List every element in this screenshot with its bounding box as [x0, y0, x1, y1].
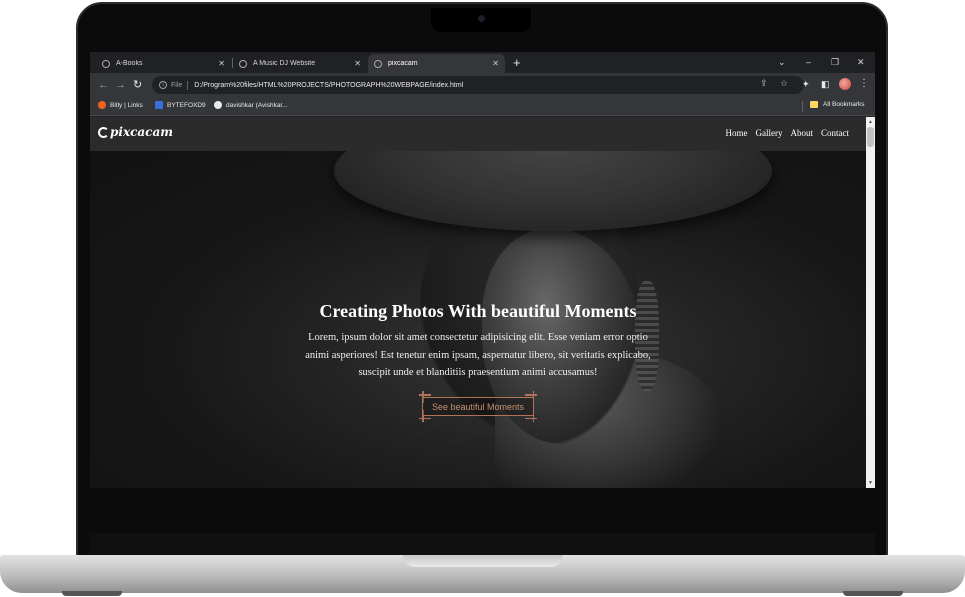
address-bar[interactable]: i File D:/Program%20files/HTML%20PROJECT… — [152, 76, 804, 94]
page-scrollbar[interactable]: ▲ ▼ — [866, 117, 875, 488]
cta-corner — [525, 417, 537, 419]
close-window-icon[interactable]: ✕ — [857, 55, 865, 69]
bookmark-bitly[interactable]: Bitly | Links — [98, 101, 143, 109]
bytefox-icon — [155, 101, 163, 109]
scroll-down-icon[interactable]: ▼ — [868, 480, 873, 486]
bitly-icon — [98, 101, 106, 109]
globe-icon — [239, 59, 247, 68]
plus-icon[interactable]: + — [513, 55, 521, 71]
star-icon[interactable]: ☆ — [780, 77, 788, 89]
laptop-opening-notch — [403, 555, 563, 567]
bookmark-label: BYTEFOXD9 — [167, 101, 206, 109]
cta-corner — [419, 417, 431, 419]
info-icon[interactable]: i — [159, 81, 167, 89]
bookmark-bytefoxd9[interactable]: BYTEFOXD9 — [155, 101, 206, 109]
bookmark-github[interactable]: davishkar (Avishkar... — [214, 101, 288, 109]
hero-title: Creating Photos With beautiful Moments — [319, 301, 637, 321]
hero-text: Lorem, ipsum dolor sit amet consectetur … — [305, 332, 651, 378]
laptop-foot — [62, 591, 122, 596]
tab-pixcacam[interactable]: pixcacam ✕ — [368, 54, 505, 73]
nav-link-contact[interactable]: Contact — [821, 128, 849, 138]
bookmark-label: Bitly | Links — [110, 101, 143, 109]
more-menu-icon[interactable]: ⋮ — [859, 78, 869, 90]
tab-strip: A-Books ✕ A Music DJ Website ✕ pixcacam … — [90, 52, 875, 73]
screen-bezel — [90, 533, 875, 555]
bookmarks-bar: Bitly | Links BYTEFOXD9 davishkar (Avish… — [90, 97, 875, 116]
cta-frame: See beautiful Moments — [419, 391, 537, 422]
nav-link-about[interactable]: About — [791, 128, 814, 138]
webcam-icon — [478, 15, 485, 22]
cta-corner — [525, 394, 537, 396]
tab-label: A-Books — [116, 60, 143, 67]
globe-icon — [102, 59, 110, 68]
bookmarks-divider — [802, 101, 803, 112]
site-nav: Home Gallery About Contact — [726, 128, 850, 138]
close-icon[interactable]: ✕ — [354, 59, 361, 68]
site-navbar: pixcacam Home Gallery About Contact — [90, 117, 866, 151]
page-viewport: pixcacam Home Gallery About Contact Crea… — [90, 117, 866, 488]
url-scheme: File — [171, 81, 183, 89]
reload-icon[interactable]: ↻ — [133, 78, 142, 92]
close-icon[interactable]: ✕ — [492, 59, 499, 68]
extensions-icon[interactable]: ✦ — [802, 78, 810, 90]
url-text[interactable]: D:/Program%20files/HTML%20PROJECTS/PHOTO… — [194, 82, 463, 89]
logo-mark-icon — [98, 126, 109, 138]
all-bookmarks-label: All Bookmarks — [823, 101, 865, 108]
github-icon — [214, 101, 222, 109]
tab-a-books[interactable]: A-Books ✕ — [96, 54, 231, 73]
address-divider — [187, 80, 189, 90]
share-icon[interactable]: ⇪ — [760, 77, 768, 89]
scroll-up-icon[interactable]: ▲ — [868, 119, 873, 125]
chevron-down-icon[interactable]: ⌄ — [778, 55, 786, 69]
tab-music-dj[interactable]: A Music DJ Website ✕ — [233, 54, 367, 73]
profile-avatar[interactable] — [839, 78, 851, 90]
nav-link-home[interactable]: Home — [726, 128, 748, 138]
side-panel-icon[interactable]: ◧ — [821, 78, 830, 90]
bookmark-label: davishkar (Avishkar... — [226, 101, 288, 109]
globe-icon — [374, 59, 382, 68]
hero-section: Creating Photos With beautiful Moments L… — [90, 151, 866, 488]
logo-text: pixcacam — [110, 125, 173, 139]
nav-link-gallery[interactable]: Gallery — [756, 128, 783, 138]
close-icon[interactable]: ✕ — [218, 59, 225, 68]
minimize-icon[interactable]: – — [806, 55, 811, 69]
restore-icon[interactable]: ❐ — [831, 55, 839, 69]
tab-label: A Music DJ Website — [253, 60, 316, 67]
laptop-mockup: A-Books ✕ A Music DJ Website ✕ pixcacam … — [0, 0, 965, 597]
cta-corner — [419, 394, 431, 396]
site-logo[interactable]: pixcacam — [98, 125, 173, 139]
tab-label: pixcacam — [388, 60, 418, 67]
browser-window: A-Books ✕ A Music DJ Website ✕ pixcacam … — [90, 52, 875, 488]
forward-arrow-icon[interactable]: → — [115, 78, 126, 92]
all-bookmarks[interactable]: All Bookmarks — [810, 101, 865, 108]
laptop-foot — [843, 591, 903, 596]
scroll-thumb[interactable] — [867, 127, 874, 147]
browser-toolbar: ← → ↻ i File D:/Program%20files/HTML%20P… — [90, 73, 875, 97]
folder-icon — [810, 101, 818, 108]
back-arrow-icon[interactable]: ← — [98, 78, 109, 92]
see-moments-button[interactable]: See beautiful Moments — [422, 397, 534, 416]
